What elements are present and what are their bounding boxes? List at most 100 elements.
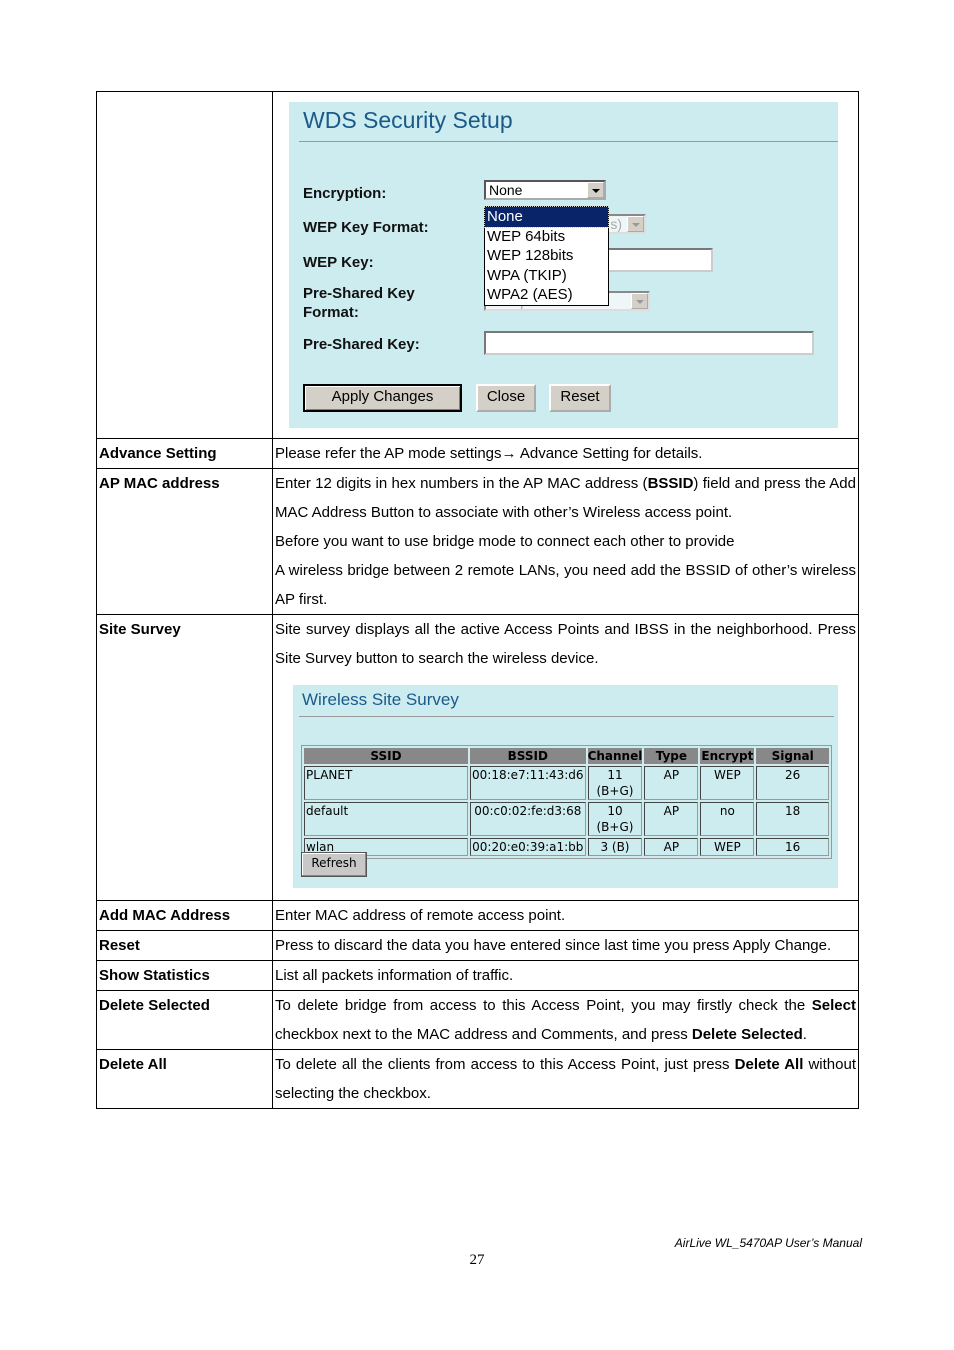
text: checkbox next to the MAC address and Com… <box>275 1026 692 1043</box>
encryption-label: Encryption: <box>303 185 387 202</box>
empty-label-cell <box>96 91 273 439</box>
column-header: SSID <box>304 748 468 764</box>
cell: 16 <box>756 838 829 856</box>
page-number: 27 <box>469 1252 485 1268</box>
encryption-select[interactable]: None <box>484 180 606 200</box>
cell: 00:18:e7:11:43:d6 <box>470 766 586 800</box>
cell: 3 (B) <box>587 838 643 856</box>
manual-title-footer: AirLive WL_5470AP User’s Manual <box>674 1236 862 1250</box>
cell: PLANET <box>304 766 468 800</box>
encryption-value: None <box>489 182 523 198</box>
table-row: Delete Selected To delete bridge from ac… <box>96 990 859 1050</box>
encryption-option[interactable]: WEP 64bits <box>485 227 608 247</box>
table-row: Advance Setting Please refer the AP mode… <box>96 438 859 469</box>
cell: AP <box>644 802 699 836</box>
psk-format-label: Pre-Shared Key Format: <box>303 284 415 322</box>
row-label: Add MAC Address <box>96 900 273 931</box>
header-row: SSID BSSID Channel Type Encrypt Signal <box>304 748 829 764</box>
site-survey-panel: Wireless Site Survey SSID BSSID Channel … <box>293 685 838 888</box>
divider <box>299 716 834 717</box>
wds-title: WDS Security Setup <box>303 107 513 133</box>
column-header: Encrypt <box>700 748 755 764</box>
cell: 00:20:e0:39:a1:bb <box>470 838 586 856</box>
bold-text: Delete Selected <box>691 1026 803 1043</box>
row-description: To delete all the clients from access to… <box>272 1049 859 1109</box>
column-header: Channel <box>587 748 643 764</box>
text: Before you want to use bridge mode to co… <box>275 533 735 550</box>
psk-label: Pre-Shared Key: <box>303 336 420 353</box>
encryption-option[interactable]: WPA (TKIP) <box>485 266 608 286</box>
table-row: Delete All To delete all the clients fro… <box>96 1049 859 1109</box>
wds-screenshot-cell: WDS Security Setup Encryption: None WEP … <box>272 91 859 439</box>
table-row: PLANET 00:18:e7:11:43:d6 11 (B+G) AP WEP… <box>304 766 829 800</box>
psk-format-label-line1: Pre-Shared Key <box>303 285 415 302</box>
table-row: wlan 00:20:e0:39:a1:bb 3 (B) AP WEP 16 <box>304 838 829 856</box>
text: Site survey displays all the active Acce… <box>275 621 856 667</box>
row-label: Show Statistics <box>96 960 273 991</box>
row-description: Site survey displays all the active Acce… <box>272 614 859 901</box>
row-description: Please refer the AP mode settings→ Advan… <box>272 438 859 469</box>
encryption-dropdown-list: None WEP 64bits WEP 128bits WPA (TKIP) W… <box>484 206 609 306</box>
encryption-option[interactable]: WEP 128bits <box>485 246 608 266</box>
table-row: AP MAC address Enter 12 digits in hex nu… <box>96 468 859 615</box>
cell: default <box>304 802 468 836</box>
text: A wireless bridge between 2 remote LANs,… <box>275 562 856 608</box>
reset-button[interactable]: Reset <box>549 384 611 412</box>
text: To delete all the clients from access to… <box>275 1056 735 1073</box>
wep-key-format-label: WEP Key Format: <box>303 219 429 236</box>
row-description: Enter 12 digits in hex numbers in the AP… <box>272 468 859 615</box>
psk-input[interactable] <box>484 331 814 355</box>
cell: WEP <box>700 766 755 800</box>
table-row: WDS Security Setup Encryption: None WEP … <box>96 91 859 439</box>
column-header: Type <box>644 748 699 764</box>
text: . <box>802 1026 807 1043</box>
site-survey-table: SSID BSSID Channel Type Encrypt Signal P… <box>301 745 832 859</box>
cell: AP <box>644 766 699 800</box>
refresh-button[interactable]: Refresh <box>301 852 367 877</box>
cell: 10 (B+G) <box>587 802 643 836</box>
row-label: Reset <box>96 930 273 961</box>
row-label: Site Survey <box>96 614 273 901</box>
row-label: Advance Setting <box>96 438 273 469</box>
row-label: AP MAC address <box>96 468 273 615</box>
chevron-down-icon[interactable] <box>627 216 644 232</box>
close-button[interactable]: Close <box>476 384 536 412</box>
psk-format-label-line2: Format: <box>303 304 359 321</box>
table-row: Add MAC Address Enter MAC address of rem… <box>96 900 859 931</box>
cell: AP <box>644 838 699 856</box>
wep-key-format-value: s) <box>610 216 622 232</box>
cell: 18 <box>756 802 829 836</box>
cell: 26 <box>756 766 829 800</box>
column-header: BSSID <box>470 748 586 764</box>
wds-security-panel: WDS Security Setup Encryption: None WEP … <box>289 102 838 428</box>
cell: 11 (B+G) <box>587 766 643 800</box>
text: To delete bridge from access to this Acc… <box>275 997 812 1014</box>
row-description: Enter MAC address of remote access point… <box>272 900 859 931</box>
divider <box>299 141 838 142</box>
row-description: List all packets information of traffic. <box>272 960 859 991</box>
chevron-down-icon[interactable] <box>587 182 604 198</box>
bold-text: Select <box>811 997 856 1014</box>
wep-key-label: WEP Key: <box>303 254 374 271</box>
encryption-option[interactable]: None <box>484 206 609 228</box>
bold-text: Delete All <box>734 1056 804 1073</box>
chevron-down-icon[interactable] <box>631 293 648 309</box>
row-label: Delete All <box>96 1049 273 1109</box>
column-header: Signal <box>756 748 829 764</box>
encryption-option[interactable]: WPA2 (AES) <box>485 285 608 305</box>
table-row: Reset Press to discard the data you have… <box>96 930 859 961</box>
table-row: Show Statistics List all packets informa… <box>96 960 859 991</box>
apply-changes-button[interactable]: Apply Changes <box>303 384 462 412</box>
settings-description-table: WDS Security Setup Encryption: None WEP … <box>96 91 859 1109</box>
text: Enter 12 digits in hex numbers in the AP… <box>275 475 648 492</box>
cell: WEP <box>700 838 755 856</box>
bold-text: BSSID <box>647 475 694 492</box>
table-row: Site Survey Site survey displays all the… <box>96 614 859 901</box>
row-description: Press to discard the data you have enter… <box>272 930 859 961</box>
site-survey-title: Wireless Site Survey <box>302 690 459 709</box>
cell: 00:c0:02:fe:d3:68 <box>470 802 586 836</box>
table-row: default 00:c0:02:fe:d3:68 10 (B+G) AP no… <box>304 802 829 836</box>
row-label: Delete Selected <box>96 990 273 1050</box>
row-description: To delete bridge from access to this Acc… <box>272 990 859 1050</box>
cell: no <box>700 802 755 836</box>
